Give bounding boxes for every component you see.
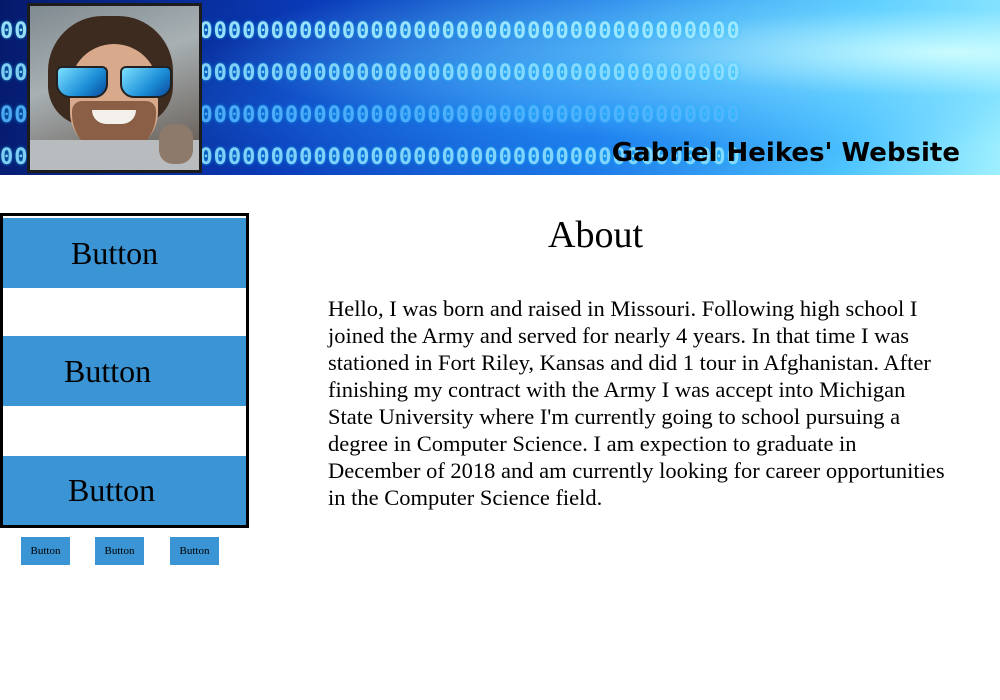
profile-photo	[27, 3, 202, 173]
sidebar-nav: Button Button Button	[0, 213, 249, 528]
right-lens	[120, 66, 172, 98]
small-button-3[interactable]: Button	[170, 537, 219, 565]
sidebar-button-3[interactable]: Button	[3, 456, 246, 525]
sidebar-button-1[interactable]: Button	[3, 218, 246, 288]
small-button-2[interactable]: Button	[95, 537, 144, 565]
about-paragraph: Hello, I was born and raised in Missouri…	[328, 296, 945, 510]
about-heading: About	[548, 214, 643, 256]
sidebar-button-2[interactable]: Button	[3, 336, 246, 406]
site-title: Gabriel Heikes' Website	[611, 138, 960, 168]
photo-sunglasses	[56, 66, 172, 98]
small-button-1[interactable]: Button	[21, 537, 70, 565]
left-lens	[56, 66, 108, 98]
photo-dog	[159, 124, 193, 164]
header-banner: 0000000000000000000000000000000000000000…	[0, 0, 1000, 175]
